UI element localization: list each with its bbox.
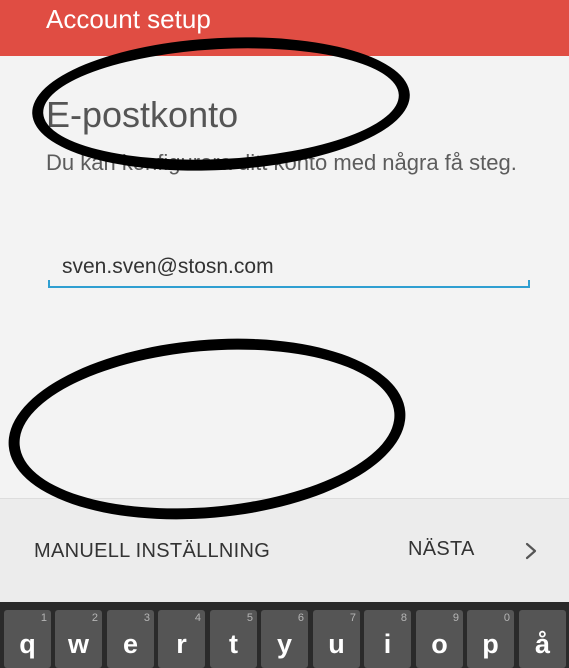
key-number-hint: 9	[452, 612, 459, 624]
key-letter: i	[383, 629, 392, 659]
field-underline-left-tick	[48, 280, 50, 288]
key-letter: q	[19, 629, 36, 659]
keyboard-key-p[interactable]: 0 p	[467, 610, 514, 668]
keyboard-key-aring[interactable]: å	[519, 610, 566, 668]
key-number-hint: 8	[400, 612, 407, 624]
keyboard-key-w[interactable]: 2 w	[55, 610, 102, 668]
key-letter: w	[67, 629, 89, 659]
page-description: Du kan konfigurera ditt konto med några …	[46, 150, 517, 175]
keyboard-key-y[interactable]: 6 y	[261, 610, 308, 668]
keyboard-key-o[interactable]: 9 o	[416, 610, 463, 668]
key-letter: å	[534, 629, 551, 659]
keyboard-key-t[interactable]: 5 t	[210, 610, 257, 668]
next-button[interactable]: NÄSTA	[408, 538, 475, 561]
keyboard-key-q[interactable]: 1 q	[4, 610, 51, 668]
key-number-hint: 7	[349, 612, 356, 624]
app-bar: Account setup	[0, 0, 569, 56]
keyboard-key-r[interactable]: 4 r	[158, 610, 205, 668]
keyboard-key-u[interactable]: 7 u	[313, 610, 360, 668]
key-letter: u	[328, 629, 345, 659]
key-letter: p	[482, 629, 499, 659]
chevron-right-icon[interactable]	[520, 540, 542, 562]
keyboard-key-e[interactable]: 3 e	[107, 610, 154, 668]
key-letter: t	[229, 629, 238, 659]
setup-screen: Account setup E-postkonto Du kan konfigu…	[0, 0, 569, 668]
key-letter: o	[431, 629, 448, 659]
key-number-hint: 4	[194, 612, 201, 624]
manual-setup-button[interactable]: MANUELL INSTÄLLNING	[34, 540, 270, 563]
key-number-hint: 3	[143, 612, 150, 624]
key-number-hint: 6	[297, 612, 304, 624]
key-letter: e	[122, 629, 139, 659]
key-letter: y	[276, 629, 293, 659]
key-number-hint: 5	[246, 612, 253, 624]
key-number-hint: 1	[40, 612, 47, 624]
field-underline-right-tick	[528, 280, 530, 288]
keyboard-key-i[interactable]: 8 i	[364, 610, 411, 668]
page-heading: E-postkonto	[46, 94, 239, 135]
app-bar-title: Account setup	[46, 4, 211, 34]
email-field[interactable]	[48, 252, 530, 288]
key-letter: r	[176, 629, 187, 659]
soft-keyboard: 1 q 2 w 3 e 4 r 5 t 6 y 7 u 8 i 9 o 0 p …	[0, 602, 569, 668]
key-number-hint: 2	[91, 612, 98, 624]
key-number-hint: 0	[503, 612, 510, 624]
